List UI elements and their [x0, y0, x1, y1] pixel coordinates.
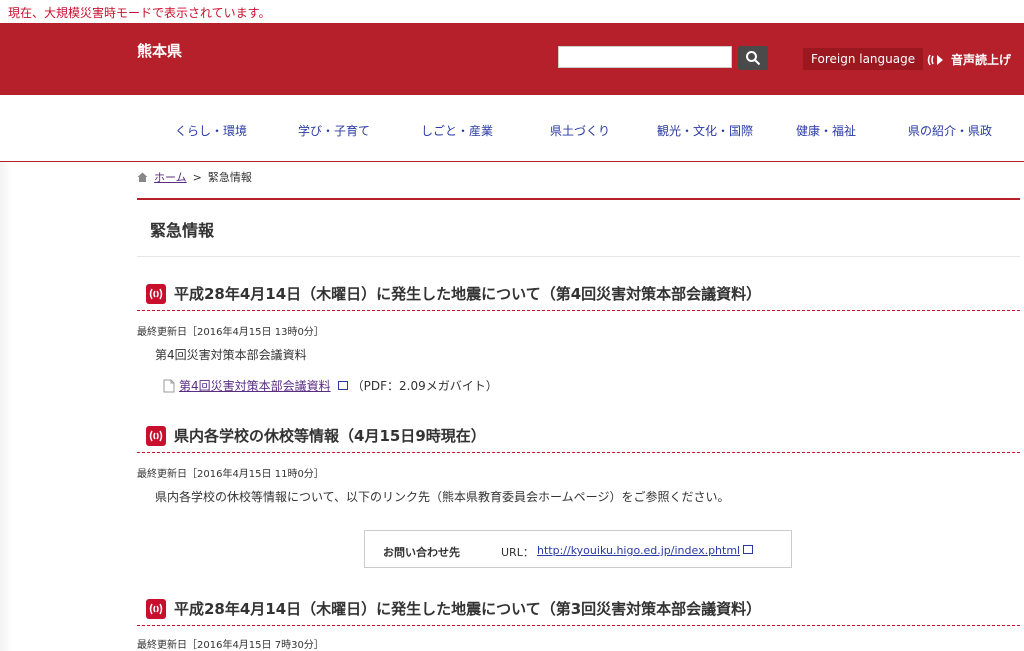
contact-box: お問い合わせ先 URL： http://kyouiku.higo.ed.jp/i…: [364, 530, 792, 568]
section-text: 県内各学校の休校等情報について、以下のリンク先（熊本県教育委員会ホームページ）を…: [155, 490, 730, 504]
disaster-mode-banner: 現在、大規模災害時モードで表示されています。: [8, 6, 271, 20]
contact-url-link[interactable]: http://kyouiku.higo.ed.jp/index.phtml: [537, 544, 754, 557]
voice-reader-button[interactable]: 音声読上げ: [927, 51, 1011, 68]
section-title: 平成28年4月14日（木曜日）に発生した地震について（第4回災害対策本部会議資料…: [174, 285, 762, 303]
left-shadow: [0, 95, 12, 651]
nav-item-land-development[interactable]: 県土づくり: [550, 122, 610, 139]
section-divider: [137, 310, 1020, 311]
document-icon: [163, 379, 175, 392]
external-window-icon: [337, 381, 348, 390]
section-heading: 県内各学校の休校等情報（4月15日9時現在）: [146, 425, 486, 446]
nav-item-health-welfare[interactable]: 健康・福祉: [796, 122, 856, 139]
breadcrumb-current: 緊急情報: [207, 171, 252, 184]
voice-reader-label: 音声読上げ: [951, 53, 1012, 67]
section-heading: 平成28年4月14日（木曜日）に発生した地震について（第4回災害対策本部会議資料…: [146, 283, 761, 304]
nav-item-education-childcare[interactable]: 学び・子育て: [298, 122, 370, 139]
site-header: 熊本県 Foreign language 音声読上げ: [0, 23, 1024, 95]
section-text: 第4回災害対策本部会議資料: [155, 348, 307, 362]
section-divider: [137, 452, 1020, 453]
speaker-icon: [927, 54, 943, 65]
home-icon: [137, 172, 148, 182]
alert-signal-icon: [146, 283, 166, 304]
url-label: URL：: [501, 546, 534, 559]
breadcrumb-home-link[interactable]: ホーム: [154, 169, 187, 185]
nav-item-work-industry[interactable]: しごと・産業: [421, 122, 493, 139]
alert-signal-icon: [146, 598, 166, 619]
contact-label: お問い合わせ先: [383, 546, 460, 559]
nav-item-life-environment[interactable]: くらし・環境: [175, 122, 247, 139]
nav-item-tourism-culture[interactable]: 観光・文化・国際: [657, 122, 753, 139]
page-title: 緊急情報: [150, 221, 215, 240]
search-button[interactable]: [738, 46, 768, 70]
breadcrumb-separator: >: [192, 170, 202, 184]
section-title: 平成28年4月14日（木曜日）に発生した地震について（第3回災害対策本部会議資料…: [174, 600, 762, 618]
foreign-language-button[interactable]: Foreign language: [803, 48, 924, 70]
pdf-attachment: 第4回災害対策本部会議資料 （PDF：2.09メガバイト）: [163, 377, 498, 394]
global-nav: くらし・環境 学び・子育て しごと・産業 県土づくり 観光・文化・国際 健康・福…: [0, 95, 1024, 162]
pdf-link[interactable]: 第4回災害対策本部会議資料: [179, 377, 331, 394]
external-window-icon: [743, 545, 754, 554]
url-text: http://kyouiku.higo.ed.jp/index.phtml: [537, 544, 741, 557]
page-heading-box: 緊急情報: [137, 198, 1020, 256]
last-updated: 最終更新日［2016年4月15日 7時30分］: [137, 640, 324, 651]
last-updated: 最終更新日［2016年4月15日 11時0分］: [137, 469, 324, 480]
last-updated: 最終更新日［2016年4月15日 13時0分］: [137, 327, 324, 338]
pdf-size-info: （PDF：2.09メガバイト）: [351, 379, 498, 393]
search-icon: [746, 51, 761, 66]
section-title: 県内各学校の休校等情報（4月15日9時現在）: [174, 427, 486, 445]
site-logo[interactable]: 熊本県: [137, 40, 182, 61]
search-input[interactable]: [558, 46, 732, 68]
breadcrumb: ホーム > 緊急情報: [137, 169, 252, 185]
section-divider: [137, 625, 1020, 626]
alert-signal-icon: [146, 425, 166, 446]
nav-item-prefecture-info[interactable]: 県の紹介・県政: [908, 122, 992, 139]
section-heading: 平成28年4月14日（木曜日）に発生した地震について（第3回災害対策本部会議資料…: [146, 598, 761, 619]
